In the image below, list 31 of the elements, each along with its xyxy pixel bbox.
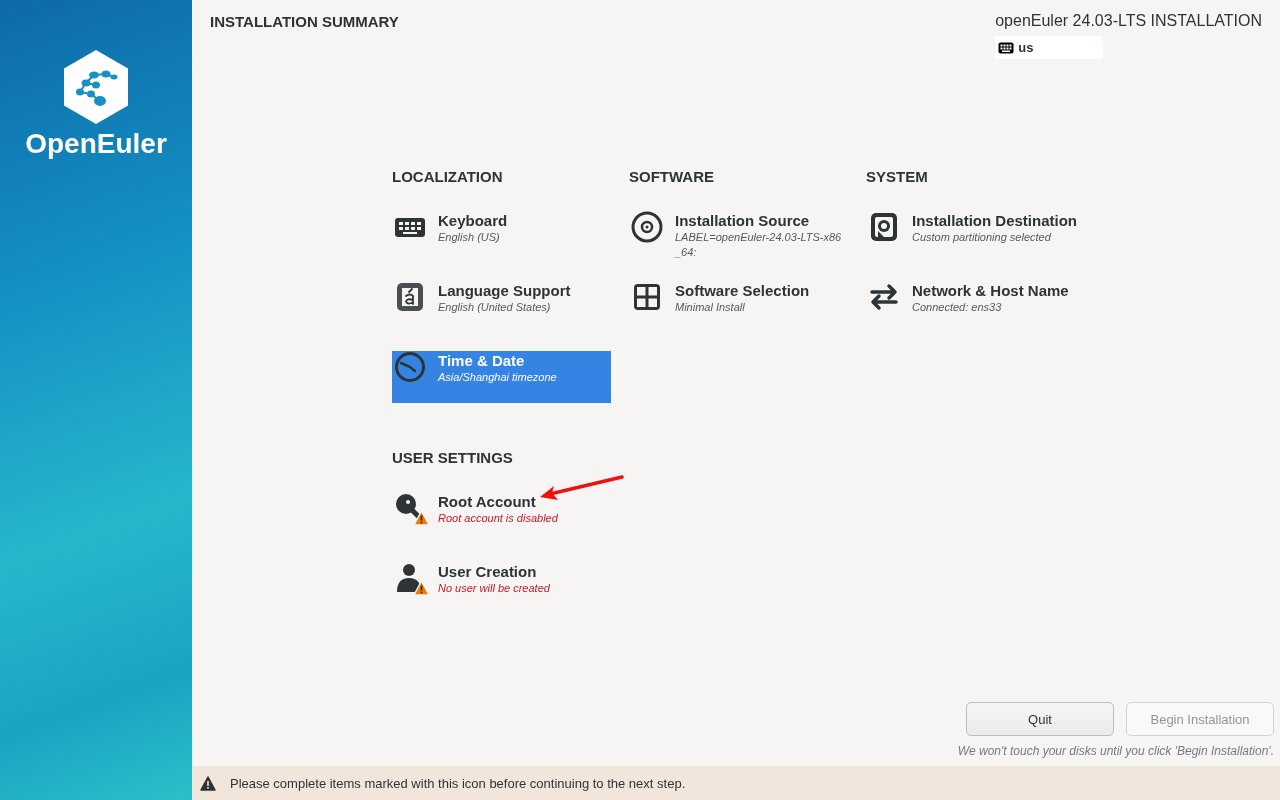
keyboard-icon: [998, 41, 1015, 54]
drive-icon: [868, 211, 900, 243]
package-icon: [631, 281, 663, 313]
category-title: SYSTEM: [866, 168, 929, 187]
language-icon: [394, 281, 426, 313]
network-icon: [868, 281, 900, 313]
category-title: USER SETTINGS: [392, 449, 514, 468]
hint-text: We won't touch your disks until you click 'Begin Installation'.: [957, 744, 1274, 758]
product-title: openEuler 24.03-LTS INSTALLATION: [995, 12, 1262, 30]
spoke-button[interactable]: Software Selection Minimal Install: [629, 281, 848, 333]
logo-text: OpenEuler: [25, 128, 167, 160]
spoke-button[interactable]: Keyboard English (US): [392, 211, 611, 263]
warning-text: Please complete items marked with this icon before continuing to the next step.: [230, 775, 686, 791]
warning-icon: [200, 775, 216, 791]
spoke-button[interactable]: Installation Source LABEL=openEuler-24.03-LTS-x86_64:: [629, 211, 848, 263]
category-title: LOCALIZATION: [392, 168, 504, 187]
category-title: SOFTWARE: [629, 168, 715, 187]
clock-icon: [394, 351, 426, 383]
spoke-button[interactable]: Time & Date Asia/Shanghai timezone: [392, 351, 611, 403]
disc-icon: [631, 211, 663, 243]
spoke-button[interactable]: Language Support English (United States): [392, 281, 611, 333]
logo-icon: [64, 50, 128, 124]
spoke-button[interactable]: Installation Destination Custom partitioning selected: [866, 211, 1085, 263]
spoke-button[interactable]: Root Account Root account is disabled: [392, 492, 611, 544]
warning-icon: [413, 510, 430, 526]
warning-icon: [413, 580, 430, 596]
spoke-button[interactable]: Network & Host Name Connected: ens33: [866, 281, 1085, 333]
action-button[interactable]: Quit: [966, 702, 1114, 736]
page-title: INSTALLATION SUMMARY: [210, 13, 399, 32]
keyboard-layout-indicator[interactable]: us: [995, 36, 1104, 59]
spoke-button[interactable]: User Creation No user will be created: [392, 562, 611, 614]
